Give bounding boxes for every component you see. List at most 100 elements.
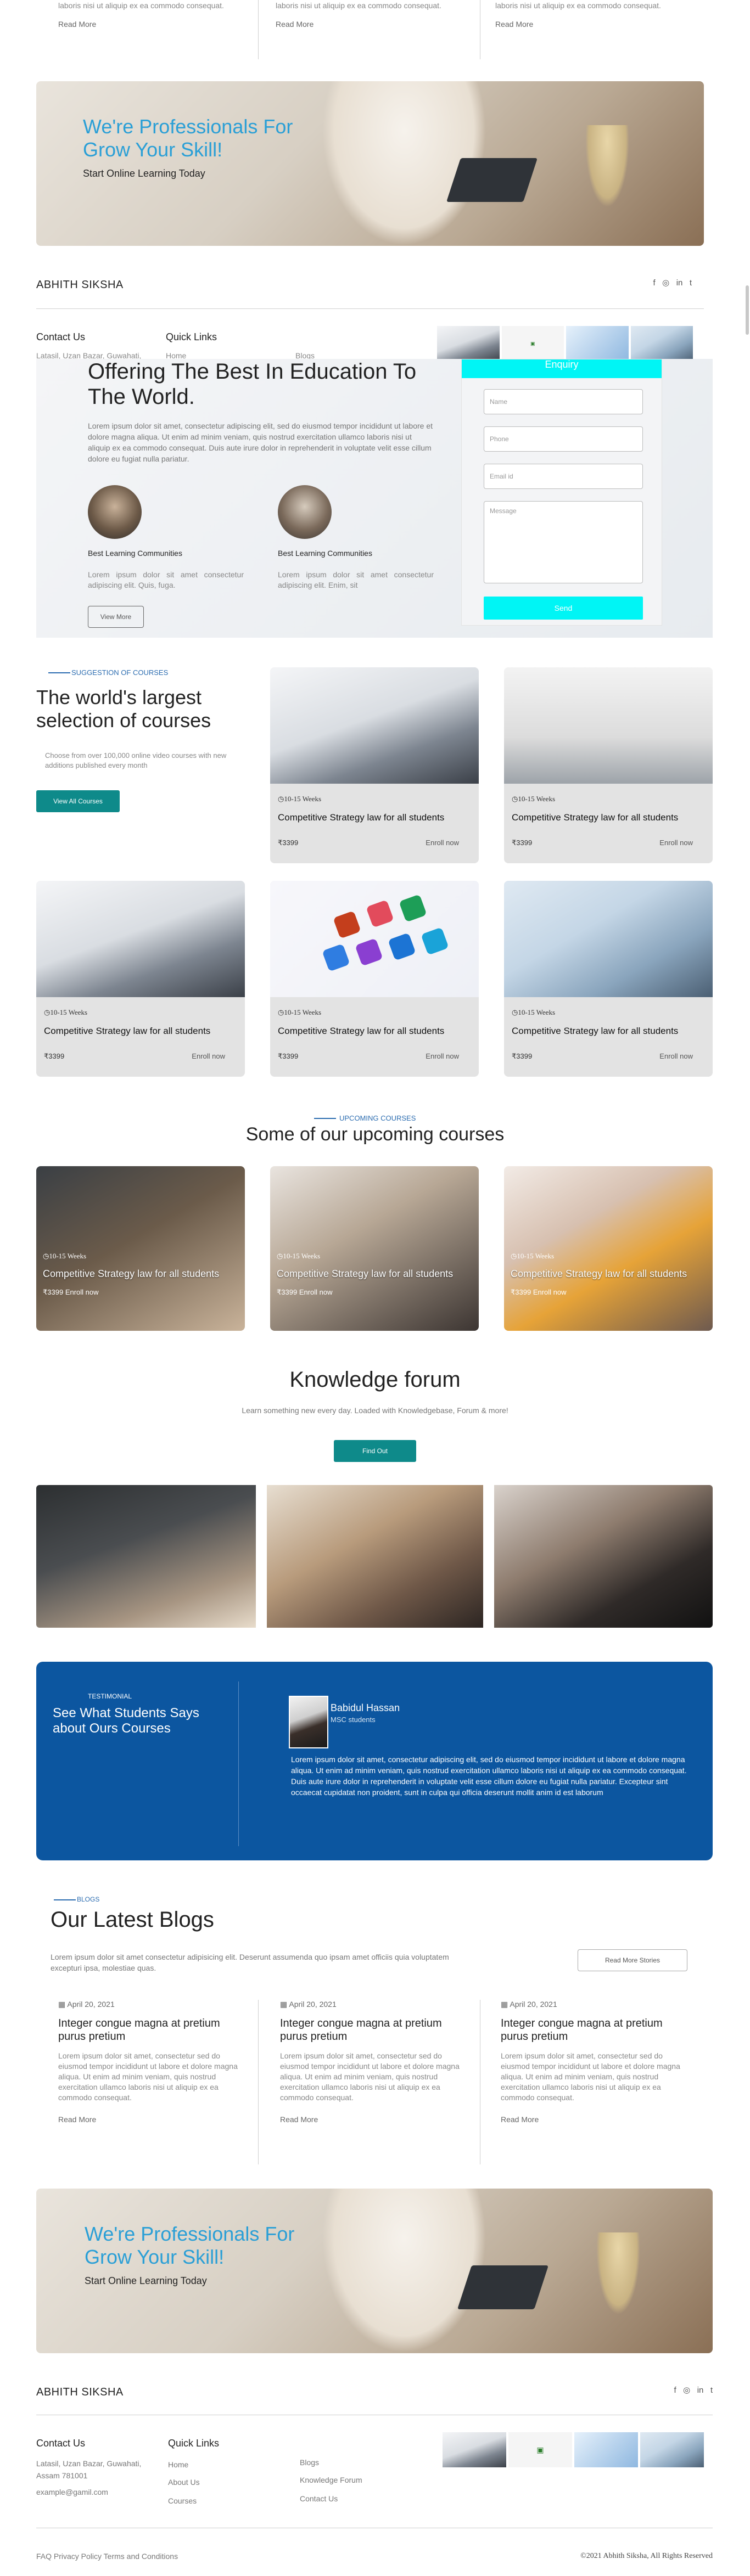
enroll-link[interactable]: Enroll now: [65, 1288, 99, 1296]
course-card[interactable]: ◷10-15 Weeks Competitive Strategy law fo…: [504, 667, 713, 863]
upcoming-price: ₹3399: [511, 1288, 531, 1296]
view-more-button[interactable]: View More: [88, 606, 144, 628]
enroll-link[interactable]: Enroll now: [659, 839, 693, 847]
forum-title: Knowledge forum: [289, 1368, 461, 1392]
enroll-link[interactable]: Enroll now: [659, 1052, 693, 1060]
upcoming-card[interactable]: ◷10-15 Weeks Competitive Strategy law fo…: [504, 1166, 713, 1331]
blog-date: April 20, 2021: [67, 2000, 115, 2009]
contact-heading: Contact Us: [36, 331, 86, 342]
plant-decor: [596, 2232, 640, 2315]
snippet-text: laboris nisi ut aliquip ex ea commodo co…: [276, 1, 441, 10]
student-name: Babidul Hassan: [331, 1702, 400, 1713]
footer-link[interactable]: About Us: [168, 2476, 200, 2488]
facebook-icon[interactable]: f: [674, 2386, 676, 2395]
clock-icon: ◷: [278, 795, 284, 803]
course-weeks: 10-15 Weeks: [518, 795, 556, 803]
read-more-link[interactable]: Read More: [501, 2115, 685, 2124]
name-field[interactable]: Name: [484, 389, 643, 414]
enroll-link[interactable]: Enroll now: [426, 1052, 459, 1060]
footer-link[interactable]: Courses: [168, 2495, 197, 2507]
courses-title: The world's largest selection of courses: [36, 686, 211, 732]
edge-icon: [566, 326, 629, 361]
linkedin-icon[interactable]: in: [676, 278, 683, 288]
enroll-link[interactable]: Enroll now: [299, 1288, 333, 1296]
linkedin-icon[interactable]: in: [697, 2386, 704, 2395]
hero-body: Lorem ipsum dolor sit amet, consectetur …: [88, 421, 433, 463]
enroll-link[interactable]: Enroll now: [426, 839, 459, 847]
course-card[interactable]: ◷10-15 Weeks Competitive Strategy law fo…: [36, 881, 245, 1077]
scrollbar[interactable]: [746, 285, 749, 335]
hero-title: Offering The Best In Education To The Wo…: [88, 359, 417, 409]
game-icon: ▣: [501, 326, 564, 361]
course-card[interactable]: ◷10-15 Weeks Competitive Strategy law fo…: [504, 881, 713, 1077]
upcoming-title-text: Competitive Strategy law for all student…: [511, 1268, 687, 1279]
feature-title: Best Learning Communities: [278, 549, 372, 558]
email-field[interactable]: Email id: [484, 464, 643, 489]
twitter-icon[interactable]: t: [690, 278, 692, 288]
clock-icon: ◷: [278, 1008, 284, 1016]
laptop-shape: [446, 158, 538, 202]
upcoming-eyebrow: UPCOMING COURSES: [339, 1114, 416, 1122]
blog-text: Lorem ipsum dolor sit amet, consectetur …: [501, 2051, 680, 2102]
phone-field[interactable]: Phone: [484, 426, 643, 452]
upcoming-card[interactable]: ◷10-15 Weeks Competitive Strategy law fo…: [270, 1166, 479, 1331]
course-price: ₹3399: [44, 1052, 65, 1060]
promo-banner: We're Professionals For Grow Your Skill!…: [36, 2189, 713, 2353]
instagram-icon[interactable]: ◎: [683, 2385, 690, 2395]
contact-email[interactable]: example@gamil.com: [36, 2486, 108, 2498]
edge-icon: [574, 2432, 638, 2467]
read-more-link[interactable]: Read More: [495, 20, 682, 29]
clock-icon: ◷: [512, 1008, 518, 1016]
read-more-link[interactable]: Read More: [58, 2115, 243, 2124]
blogs-eyebrow: BLOGS: [77, 1896, 100, 1903]
footer-legal-links[interactable]: FAQ Privacy Policy Terms and Conditions: [36, 2552, 178, 2561]
office-icon: [355, 938, 383, 966]
view-all-courses-button[interactable]: View All Courses: [36, 790, 120, 812]
footer-link[interactable]: Blogs: [300, 2456, 319, 2468]
hero-section: Offering The Best In Education To The Wo…: [36, 359, 713, 638]
instagram-icon[interactable]: ◎: [662, 278, 669, 288]
snippet-text: laboris nisi ut aliquip ex ea commodo co…: [58, 1, 224, 10]
office-icon: [399, 894, 427, 923]
course-weeks: 10-15 Weeks: [284, 1008, 322, 1016]
upcoming-card[interactable]: ◷10-15 Weeks Competitive Strategy law fo…: [36, 1166, 245, 1331]
blog-date: April 20, 2021: [510, 2000, 557, 2009]
twitter-icon[interactable]: t: [710, 2386, 713, 2395]
send-button[interactable]: Send: [484, 597, 643, 620]
course-title: Competitive Strategy law for all student…: [44, 1026, 211, 1036]
thumbnail-image: [640, 2432, 704, 2467]
read-more-link[interactable]: Read More: [58, 20, 245, 29]
clock-icon: ◷: [43, 1252, 49, 1260]
read-more-link[interactable]: Read More: [276, 20, 462, 29]
enroll-link[interactable]: Enroll now: [192, 1052, 225, 1060]
clock-icon: ◷: [44, 1008, 51, 1016]
course-weeks: 10-15 Weeks: [284, 795, 322, 803]
blog-title: Integer congue magna at pretium purus pr…: [501, 2017, 663, 2043]
course-price: ₹3399: [278, 839, 299, 847]
footer-link[interactable]: Contact Us: [300, 2493, 338, 2505]
courses-subtitle: Choose from over 100,000 online video co…: [45, 751, 227, 769]
footer-link[interactable]: Home: [168, 2459, 188, 2471]
upcoming-weeks: 10-15 Weeks: [49, 1252, 87, 1260]
footer-thumbnails: ▣: [437, 326, 693, 361]
read-more-stories-button[interactable]: Read More Stories: [578, 1949, 687, 1971]
blog-card[interactable]: ▦ April 20, 2021 Integer congue magna at…: [280, 2000, 464, 2124]
thumbnail-image: [630, 326, 693, 361]
blog-card[interactable]: ▦ April 20, 2021 Integer congue magna at…: [58, 2000, 243, 2124]
banner-headline: We're Professionals For: [85, 2223, 295, 2245]
forum-image: [36, 1485, 256, 1628]
blog-card[interactable]: ▦ April 20, 2021 Integer congue magna at…: [501, 2000, 685, 2124]
footer-link[interactable]: Knowledge Forum: [300, 2474, 362, 2486]
forum-subtitle: Learn something new every day. Loaded wi…: [242, 1406, 508, 1415]
enroll-link[interactable]: Enroll now: [533, 1288, 567, 1296]
course-weeks: 10-15 Weeks: [518, 1008, 556, 1016]
footer-brand: ABHITH SIKSHA: [36, 2386, 124, 2398]
course-card[interactable]: ◷10-15 Weeks Competitive Strategy law fo…: [270, 667, 479, 863]
find-out-button[interactable]: Find Out: [334, 1440, 416, 1462]
message-field[interactable]: Message: [484, 501, 643, 583]
read-more-link[interactable]: Read More: [280, 2115, 464, 2124]
course-card[interactable]: ◷10-15 Weeks Competitive Strategy law fo…: [270, 881, 479, 1077]
enquiry-form: Enquiry Name Phone Email id Message Send: [461, 359, 662, 626]
blog-title: Integer congue magna at pretium purus pr…: [58, 2017, 220, 2043]
facebook-icon[interactable]: f: [653, 278, 656, 288]
